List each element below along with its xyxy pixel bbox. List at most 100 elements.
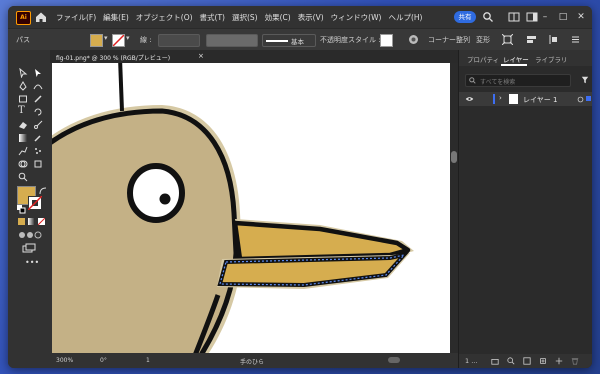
chevron-right-icon[interactable]: › (499, 94, 502, 102)
symbol-sprayer-icon[interactable] (33, 146, 43, 156)
transform-button[interactable]: 変形 (476, 35, 490, 45)
gradient-tool-icon[interactable] (18, 133, 28, 143)
target-icon[interactable] (577, 96, 584, 103)
upper-beak (232, 220, 411, 262)
share-button[interactable]: 共有 (454, 11, 476, 23)
default-colors-icon[interactable] (16, 204, 26, 214)
new-layer-icon[interactable] (555, 357, 563, 365)
export-icon[interactable] (491, 357, 499, 365)
stroke-swatch[interactable] (112, 34, 125, 47)
align-button[interactable]: 整列 (456, 35, 470, 45)
trash-icon[interactable] (571, 357, 579, 365)
style-label: スタイル : (348, 36, 381, 44)
stroke-color-box[interactable] (28, 196, 42, 210)
eraser-tool-icon[interactable] (18, 120, 28, 130)
menubar: Ai ファイル(F) 編集(E) オブジェクト(O) 書式(T) 選択(S) 効… (8, 6, 592, 28)
artboard-tool-icon[interactable] (33, 159, 43, 169)
tab-layers[interactable]: レイヤー (503, 54, 529, 64)
type-tool-icon[interactable]: T (18, 106, 28, 116)
menu-icon[interactable] (570, 34, 581, 45)
rectangle-tool-icon[interactable] (18, 94, 28, 104)
layer-name[interactable]: レイヤー 1 (523, 95, 557, 105)
menu-edit[interactable]: 編集(E) (103, 12, 129, 23)
fill-swatch[interactable] (90, 34, 103, 47)
rotate-tool-icon[interactable] (33, 107, 43, 117)
menu-select[interactable]: 選択(S) (232, 12, 258, 23)
chevron-down-icon[interactable]: ▾ (104, 34, 108, 42)
curvature-tool-icon[interactable] (33, 81, 43, 91)
shape-builder-icon[interactable] (18, 159, 28, 169)
layer-search-input[interactable]: すべてを検索 (465, 74, 571, 87)
none-mode-button[interactable] (38, 218, 45, 225)
artboard-navigator[interactable]: 1 (146, 357, 150, 364)
menu-file[interactable]: ファイル(F) (56, 12, 96, 23)
scroll-thumb[interactable] (451, 151, 457, 163)
hair-strand (118, 63, 124, 112)
clipping-mask-icon[interactable] (523, 357, 531, 365)
arrange-documents-icon[interactable] (508, 11, 520, 23)
pencil-tool-icon[interactable] (33, 94, 43, 104)
menu-type[interactable]: 書式(T) (200, 12, 225, 23)
close-button[interactable]: ✕ (574, 10, 588, 24)
opacity-label[interactable]: 不透明度 (320, 35, 348, 45)
document-title: fig-01.png* @ 300 % (RGB/プレビュー) (56, 55, 171, 62)
color-mode-button[interactable] (18, 218, 25, 225)
layer-color-swatch (493, 94, 495, 104)
align-left-icon[interactable] (526, 34, 537, 45)
recolor-icon[interactable] (408, 34, 419, 45)
document-tab[interactable]: fig-01.png* @ 300 % (RGB/プレビュー) × (50, 50, 458, 63)
menu-effect[interactable]: 効果(C) (265, 12, 291, 23)
graphic-style-swatch[interactable] (380, 34, 393, 47)
chevron-down-icon[interactable]: ▾ (126, 34, 130, 42)
rotation-value[interactable]: 0° (100, 357, 107, 364)
menu-help[interactable]: ヘルプ(H) (388, 12, 422, 23)
isolate-icon[interactable] (502, 34, 513, 45)
tab-properties[interactable]: プロパティ (467, 54, 499, 64)
brush-definition-field[interactable]: 基本 (262, 34, 316, 47)
pen-tool-icon[interactable] (18, 81, 28, 91)
search-icon[interactable] (482, 11, 494, 23)
vertical-scrollbar[interactable] (450, 63, 458, 353)
workspace-icon[interactable] (526, 11, 538, 23)
maximize-button[interactable]: □ (556, 10, 570, 24)
artboard-canvas[interactable] (52, 63, 450, 353)
selection-indicator[interactable] (586, 96, 591, 101)
direct-selection-tool-icon[interactable] (33, 68, 43, 78)
app-logo: Ai (16, 11, 31, 25)
selection-tool-icon[interactable] (18, 68, 28, 78)
home-icon[interactable] (34, 10, 48, 24)
stroke-weight-field[interactable] (158, 34, 200, 47)
zoom-tool-icon[interactable] (18, 172, 28, 182)
screen-mode-icon[interactable] (22, 243, 36, 253)
hscroll-thumb[interactable] (388, 357, 400, 363)
gradient-mode-button[interactable] (28, 218, 35, 225)
swap-colors-icon[interactable] (38, 186, 48, 196)
draw-modes-icon[interactable] (18, 231, 42, 239)
corner-button[interactable]: コーナー (428, 35, 456, 45)
lower-beak-selected (217, 251, 410, 288)
new-sublayer-icon[interactable] (539, 357, 547, 365)
scissors-tool-icon[interactable] (33, 120, 43, 130)
illustrator-window: Ai ファイル(F) 編集(E) オブジェクト(O) 書式(T) 選択(S) 効… (8, 6, 592, 368)
filter-icon[interactable] (581, 76, 589, 84)
stroke-label: 線 : (140, 36, 152, 44)
bird-artwork[interactable] (52, 63, 450, 353)
menu-object[interactable]: オブジェクト(O) (136, 12, 193, 23)
menu-window[interactable]: ウィンドウ(W) (331, 12, 382, 23)
distribute-icon[interactable] (548, 34, 559, 45)
status-tool[interactable]: 手のひら (240, 357, 264, 366)
tab-libraries[interactable]: ライブラリ (535, 54, 568, 64)
eyedropper-tool-icon[interactable] (33, 133, 43, 143)
locate-object-icon[interactable] (507, 357, 515, 365)
eye-pupil (159, 193, 171, 205)
minimize-button[interactable]: – (538, 10, 552, 24)
blend-tool-icon[interactable] (18, 146, 28, 156)
menu-view[interactable]: 表示(V) (298, 12, 324, 23)
variable-width-field[interactable] (206, 34, 258, 47)
edit-toolbar-icon[interactable]: ••• (25, 258, 39, 267)
zoom-level[interactable]: 300% (56, 357, 73, 364)
close-document-icon[interactable]: × (198, 52, 204, 60)
active-tab-indicator (501, 64, 527, 66)
visibility-eye-icon[interactable] (465, 95, 474, 103)
layer-row[interactable]: › レイヤー 1 (459, 92, 592, 106)
